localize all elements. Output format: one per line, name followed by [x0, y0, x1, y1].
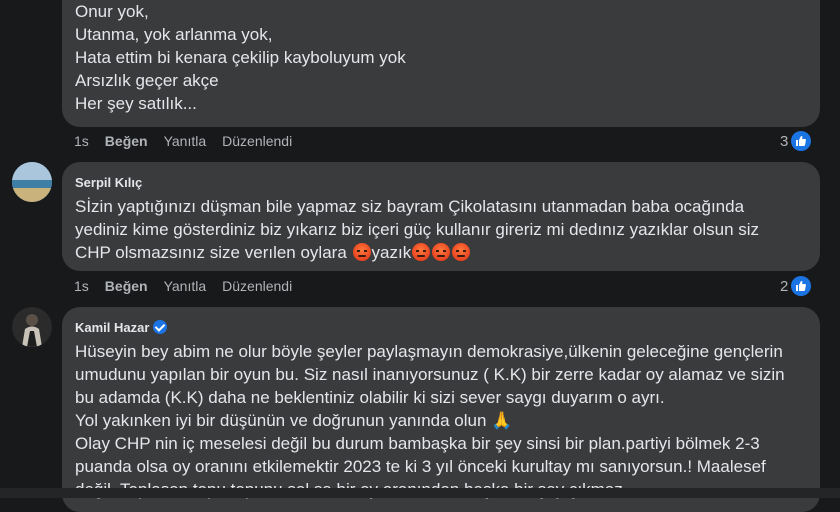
comment-actions: 1s Beğen Yanıtla Düzenlendi	[74, 277, 308, 295]
comment-text-line: Arsızlık geçer akçe	[75, 71, 219, 90]
thumbs-up-icon	[791, 131, 812, 151]
comment-text-line: Sİzin yaptığınızı düşman bile yapmaz siz…	[75, 197, 745, 216]
comment-text-line: Hata ettim bi kenara çekilip kayboluyum …	[75, 48, 406, 67]
comment-time[interactable]: 1s	[74, 132, 89, 150]
comment-bubble: Kamil Hazar Hüseyin bey abim ne olur böy…	[62, 307, 820, 512]
angry-face-icon	[412, 243, 431, 261]
verified-badge-icon	[153, 320, 168, 334]
comment-text-line: Olay CHP nin iç meselesi değil bu durum …	[75, 434, 760, 453]
comment-text-line: Utanma, yok arlanma yok,	[75, 25, 273, 44]
angry-face-icon	[432, 243, 451, 261]
comment-text-line: Yol yakınken iyi bir düşünün ve doğrunun…	[75, 409, 820, 432]
reaction-summary[interactable]: 2	[780, 276, 812, 296]
comment-author: Kamil Hazar	[75, 319, 820, 336]
reaction-summary[interactable]: 3	[780, 131, 812, 151]
comment-bubble: Serpil Kılıç Sİzin yaptığınızı düşman bi…	[62, 162, 820, 271]
comment-text-line: bu adamda (K.K) daha ne beklentiniz olab…	[75, 388, 665, 407]
comment-text-line: CHP olsmazsınız size verılen oylara yazı…	[75, 241, 820, 264]
comment-text-line: Hüseyin bey abim ne olur böyle şeyler pa…	[75, 342, 783, 361]
reply-button[interactable]: Yanıtla	[164, 132, 207, 150]
author-name[interactable]: Kamil Hazar	[75, 320, 149, 335]
comment-text-line: umudunu yapılan bir oyun bu. Siz nasıl i…	[75, 365, 785, 384]
comment-time[interactable]: 1s	[74, 277, 89, 295]
reaction-count: 3	[780, 132, 789, 150]
praying-hands-icon: 🙏	[491, 411, 513, 430]
reaction-count: 2	[780, 277, 789, 295]
comment-text-fragment: CHP olsmazsınız size verılen oylara	[75, 243, 347, 262]
angry-face-icon	[352, 243, 371, 261]
angry-face-icon	[452, 243, 471, 261]
comment-text-line: Onur yok,	[75, 2, 149, 21]
comment-text-line: yediniz kime gösterdiniz biz yıkarız biz…	[75, 220, 760, 239]
comment-actions: 1s Beğen Yanıtla Düzenlendi	[74, 132, 308, 150]
comment-text-line: puanda olsa oy oranını etkilemektir 2023…	[75, 457, 766, 476]
comment-text-fragment: yazık	[371, 243, 412, 262]
like-button[interactable]: Beğen	[105, 132, 148, 150]
avatar[interactable]	[12, 307, 52, 347]
edited-label[interactable]: Düzenlendi	[222, 132, 292, 150]
thumbs-up-icon	[791, 276, 812, 296]
avatar[interactable]	[12, 162, 52, 202]
comment-bubble: Onur yok, Utanma, yok arlanma yok, Hata …	[62, 0, 820, 127]
comment-text-line: Her şey satılık...	[75, 94, 197, 113]
comment-text-fragment: Yol yakınken iyi bir düşünün ve doğrunun…	[75, 411, 487, 430]
bottom-bar	[0, 488, 840, 498]
comment-author[interactable]: Serpil Kılıç	[75, 174, 820, 191]
like-button[interactable]: Beğen	[105, 277, 148, 295]
reply-button[interactable]: Yanıtla	[164, 277, 207, 295]
edited-label[interactable]: Düzenlendi	[222, 277, 292, 295]
